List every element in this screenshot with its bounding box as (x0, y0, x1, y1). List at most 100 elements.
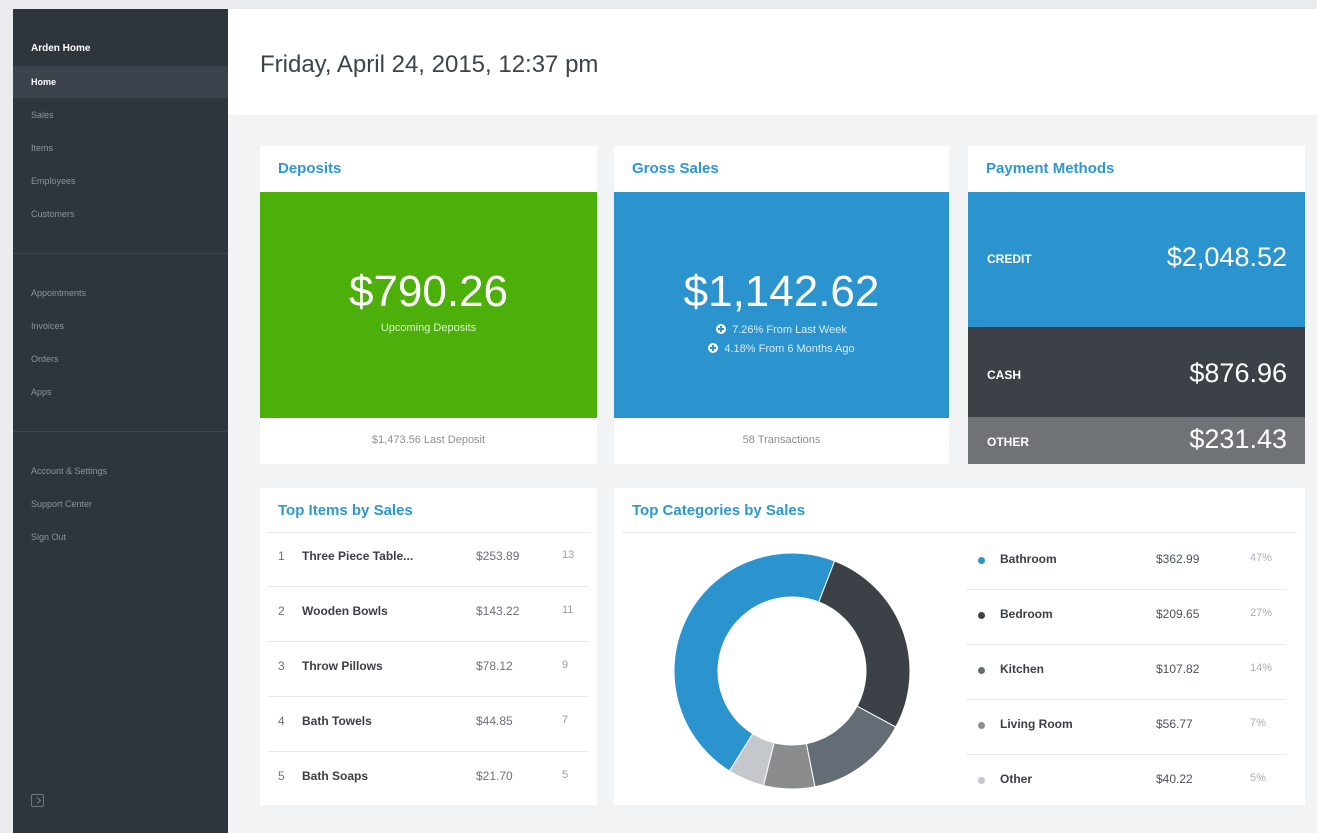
table-row[interactable]: 5 Bath Soaps $21.70 5 (260, 752, 597, 807)
donut-slice-bedroom[interactable] (818, 560, 911, 728)
deposits-title: Deposits (278, 160, 342, 177)
item-amount: $21.70 (476, 769, 513, 783)
legend-dot-icon (978, 777, 985, 784)
payment-row-cash: CASH $876.96 (968, 327, 1305, 417)
legend-dot-icon (978, 722, 985, 729)
category-name: Other (1000, 772, 1033, 786)
sidebar-item-customers[interactable]: Customers (13, 198, 228, 230)
sidebar-item-apps[interactable]: Apps (13, 376, 228, 408)
category-name: Kitchen (1000, 662, 1045, 676)
item-amount: $143.22 (476, 604, 520, 618)
sidebar-item-account-settings[interactable]: Account & Settings (13, 455, 228, 487)
item-rank: 2 (278, 604, 285, 618)
sidebar-item-invoices[interactable]: Invoices (13, 310, 228, 342)
payment-methods-title: Payment Methods (986, 160, 1115, 177)
transactions-count: 58 Transactions (742, 434, 821, 446)
category-legend-list: Bathroom $362.99 47% Bedroom $209.65 27% Kitch… (966, 535, 1296, 805)
legend-dot-icon (978, 557, 985, 564)
item-quantity: 5 (562, 769, 569, 781)
category-row[interactable]: Bedroom $209.65 27% (966, 590, 1296, 645)
item-amount: $253.89 (476, 549, 520, 563)
sidebar: Arden Home Home Sales Items Employees Cu… (13, 9, 228, 833)
sidebar-item-sign-out[interactable]: Sign Out (13, 521, 228, 553)
item-amount: $78.12 (476, 659, 513, 673)
gross-sales-card[interactable]: Gross Sales $1,142.62 7.26% From Last We… (614, 146, 949, 464)
payment-label-other: OTHER (987, 435, 1029, 449)
item-name: Bath Soaps (302, 769, 369, 783)
category-percent: 5% (1250, 772, 1266, 784)
change-6mo-text: 4.18% From 6 Months Ago (724, 343, 855, 355)
sidebar-item-support-center[interactable]: Support Center (13, 488, 228, 520)
category-row[interactable]: Living Room $56.77 7% (966, 700, 1296, 755)
payment-value-credit: $2,048.52 (1166, 242, 1287, 272)
sidebar-item-employees[interactable]: Employees (13, 165, 228, 197)
page-title-datetime: Friday, April 24, 2015, 12:37 pm (260, 51, 599, 78)
gross-sales-amount: $1,142.62 (683, 267, 880, 316)
top-items-title: Top Items by Sales (278, 502, 413, 519)
legend-dot-icon (978, 612, 985, 619)
payment-value-cash: $876.96 (1189, 358, 1287, 388)
sidebar-item-home[interactable]: Home (13, 66, 228, 98)
payment-label-credit: CREDIT (987, 252, 1032, 266)
sidebar-item-sales[interactable]: Sales (13, 99, 228, 131)
top-categories-card: Top Categories by Sales Bathroom $362.99 4… (614, 488, 1305, 805)
sidebar-divider (13, 253, 228, 254)
category-percent: 14% (1250, 662, 1273, 674)
last-deposit: $1,473.56 Last Deposit (371, 434, 486, 446)
item-name: Three Piece Table... (302, 549, 414, 563)
item-quantity: 7 (562, 714, 569, 726)
item-quantity: 11 (562, 604, 574, 616)
category-percent: 7% (1250, 717, 1266, 729)
table-row[interactable]: 3 Throw Pillows $78.12 9 (260, 642, 597, 697)
category-amount: $107.82 (1156, 662, 1200, 676)
collapse-sidebar-icon[interactable] (31, 794, 44, 807)
payment-row-credit: CREDIT $2,048.52 (968, 192, 1305, 327)
sidebar-divider (13, 431, 228, 432)
category-row[interactable]: Bathroom $362.99 47% (966, 535, 1296, 590)
payment-methods-card[interactable]: Payment Methods CREDIT $2,048.52 CASH $8… (968, 146, 1305, 464)
change-week: 7.26% From Last Week (614, 324, 949, 336)
item-name: Bath Towels (302, 714, 372, 728)
item-name: Throw Pillows (302, 659, 383, 673)
payment-value-other: $231.43 (1189, 424, 1287, 454)
main-content: Friday, April 24, 2015, 12:37 pm Deposit… (228, 9, 1317, 833)
store-name: Arden Home (31, 43, 91, 54)
item-name: Wooden Bowls (302, 604, 388, 618)
item-rank: 5 (278, 769, 285, 783)
category-row[interactable]: Kitchen $107.82 14% (966, 645, 1296, 700)
table-row[interactable]: 1 Three Piece Table... $253.89 13 (260, 532, 597, 587)
deposits-amount: $790.26 (348, 267, 509, 316)
deposits-card[interactable]: Deposits $790.26 Upcoming Deposits $1,47… (260, 146, 597, 464)
dashboard-app: Arden Home Home Sales Items Employees Cu… (13, 9, 1317, 833)
sidebar-item-items[interactable]: Items (13, 132, 228, 164)
category-percent: 27% (1250, 607, 1273, 619)
category-percent: 47% (1250, 552, 1273, 564)
legend-dot-icon (978, 667, 985, 674)
sidebar-item-appointments[interactable]: Appointments (13, 277, 228, 309)
top-items-card: Top Items by Sales 1 Three Piece Table...… (260, 488, 597, 805)
category-amount: $362.99 (1156, 552, 1200, 566)
payment-row-other: OTHER $231.43 (968, 417, 1305, 464)
table-row[interactable]: 4 Bath Towels $44.85 7 (260, 697, 597, 752)
category-name: Living Room (1000, 717, 1073, 731)
sidebar-item-orders[interactable]: Orders (13, 343, 228, 375)
item-quantity: 13 (562, 549, 575, 561)
plus-circle-icon (716, 324, 727, 334)
deposits-amount-label: Upcoming Deposits (380, 322, 477, 334)
category-row[interactable]: Other $40.22 5% (966, 755, 1296, 810)
category-name: Bedroom (1000, 607, 1053, 621)
category-amount: $209.65 (1156, 607, 1200, 621)
item-rank: 4 (278, 714, 285, 728)
payment-label-cash: CASH (987, 368, 1022, 382)
divider (622, 532, 1297, 533)
item-rank: 1 (278, 549, 285, 563)
item-rank: 3 (278, 659, 285, 673)
gross-sales-title: Gross Sales (632, 160, 719, 177)
header: Friday, April 24, 2015, 12:37 pm (228, 9, 1317, 115)
plus-circle-icon (708, 343, 719, 353)
category-amount: $40.22 (1156, 772, 1193, 786)
top-categories-title: Top Categories by Sales (632, 502, 806, 519)
change-6mo: 4.18% From 6 Months Ago (614, 343, 949, 355)
table-row[interactable]: 2 Wooden Bowls $143.22 11 (260, 587, 597, 642)
item-quantity: 9 (562, 659, 569, 671)
